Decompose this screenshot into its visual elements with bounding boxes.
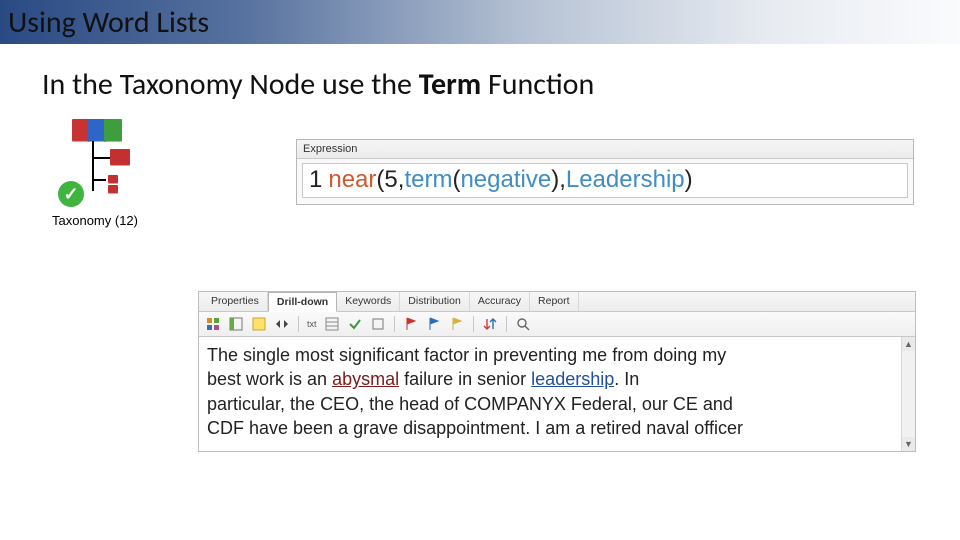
subtitle: In the Taxonomy Node use the Term Functi…: [0, 44, 960, 103]
expr-paren-close1: ): [685, 166, 693, 194]
tab-accuracy[interactable]: Accuracy: [470, 292, 530, 311]
tab-drilldown[interactable]: Drill-down: [268, 292, 337, 312]
expression-row[interactable]: 1 near ( 5 , term ( negative ) , Leaders…: [302, 163, 908, 198]
tab-keywords[interactable]: Keywords: [337, 292, 400, 311]
grid-highlight-icon[interactable]: [250, 315, 268, 333]
subtitle-bold: Term: [419, 66, 481, 103]
vertical-scrollbar[interactable]: ▲ ▼: [901, 337, 915, 451]
tab-distribution[interactable]: Distribution: [400, 292, 470, 311]
body-text-6: CDF have been a grave disappointment. I …: [207, 418, 743, 438]
check-icon[interactable]: [346, 315, 364, 333]
expr-paren-open2: (: [452, 166, 460, 194]
taxonomy-node[interactable]: ✓ Taxonomy (12): [52, 119, 182, 228]
expr-kw-near: near: [328, 166, 376, 194]
scroll-up-icon[interactable]: ▲: [902, 337, 915, 351]
drilldown-toolbar: txt: [199, 312, 915, 337]
expr-lit-5: 5: [384, 166, 397, 194]
taxonomy-icon: ✓: [58, 119, 146, 209]
body-highlight-abysmal: abysmal: [332, 369, 399, 389]
flag-blue-icon[interactable]: [425, 315, 443, 333]
sort-icon[interactable]: [481, 315, 499, 333]
body-text-4: . In: [614, 369, 639, 389]
body-text-5: particular, the CEO, the head of COMPANY…: [207, 394, 733, 414]
magnify-icon[interactable]: [514, 315, 532, 333]
expr-comma2: ,: [559, 166, 566, 194]
drilldown-tabs: Properties Drill-down Keywords Distribut…: [199, 292, 915, 312]
taxonomy-label: Taxonomy (12): [52, 213, 182, 228]
arrows-lr-icon[interactable]: [273, 315, 291, 333]
drilldown-panel: Properties Drill-down Keywords Distribut…: [198, 291, 916, 452]
expr-kw-term: term: [404, 166, 452, 194]
title-bar-text: Using Word Lists: [8, 4, 209, 41]
expression-panel: Expression 1 near ( 5 , term ( negative …: [296, 139, 914, 205]
expr-comma1: ,: [398, 166, 405, 194]
check-circle-icon: ✓: [58, 181, 84, 207]
body-text-2: best work is an: [207, 369, 332, 389]
scroll-down-icon[interactable]: ▼: [902, 437, 915, 451]
expr-paren-open1: (: [376, 166, 384, 194]
tab-report[interactable]: Report: [530, 292, 579, 311]
flag-yellow-icon[interactable]: [448, 315, 466, 333]
expr-paren-close2: ): [551, 166, 559, 194]
body-text-3: failure in senior: [399, 369, 531, 389]
expr-arg-negative: negative: [460, 166, 551, 194]
expr-line-number: 1: [309, 166, 322, 194]
tag-icon[interactable]: txt: [306, 315, 318, 333]
grid-alt-icon[interactable]: [227, 315, 245, 333]
drilldown-body[interactable]: The single most significant factor in pr…: [199, 337, 915, 451]
grid-icon[interactable]: [204, 315, 222, 333]
body-text-1: The single most significant factor in pr…: [207, 345, 726, 365]
tab-properties[interactable]: Properties: [203, 292, 268, 311]
title-bar: Using Word Lists: [0, 0, 960, 44]
body-highlight-leadership: leadership: [531, 369, 614, 389]
subtitle-pre: In the Taxonomy Node use the: [42, 66, 419, 103]
subtitle-post: Function: [481, 66, 594, 103]
table-icon[interactable]: [323, 315, 341, 333]
checkbox-icon[interactable]: [369, 315, 387, 333]
flag-red-icon[interactable]: [402, 315, 420, 333]
expression-header: Expression: [297, 140, 913, 159]
expr-arg-leadership: Leadership: [566, 166, 685, 194]
